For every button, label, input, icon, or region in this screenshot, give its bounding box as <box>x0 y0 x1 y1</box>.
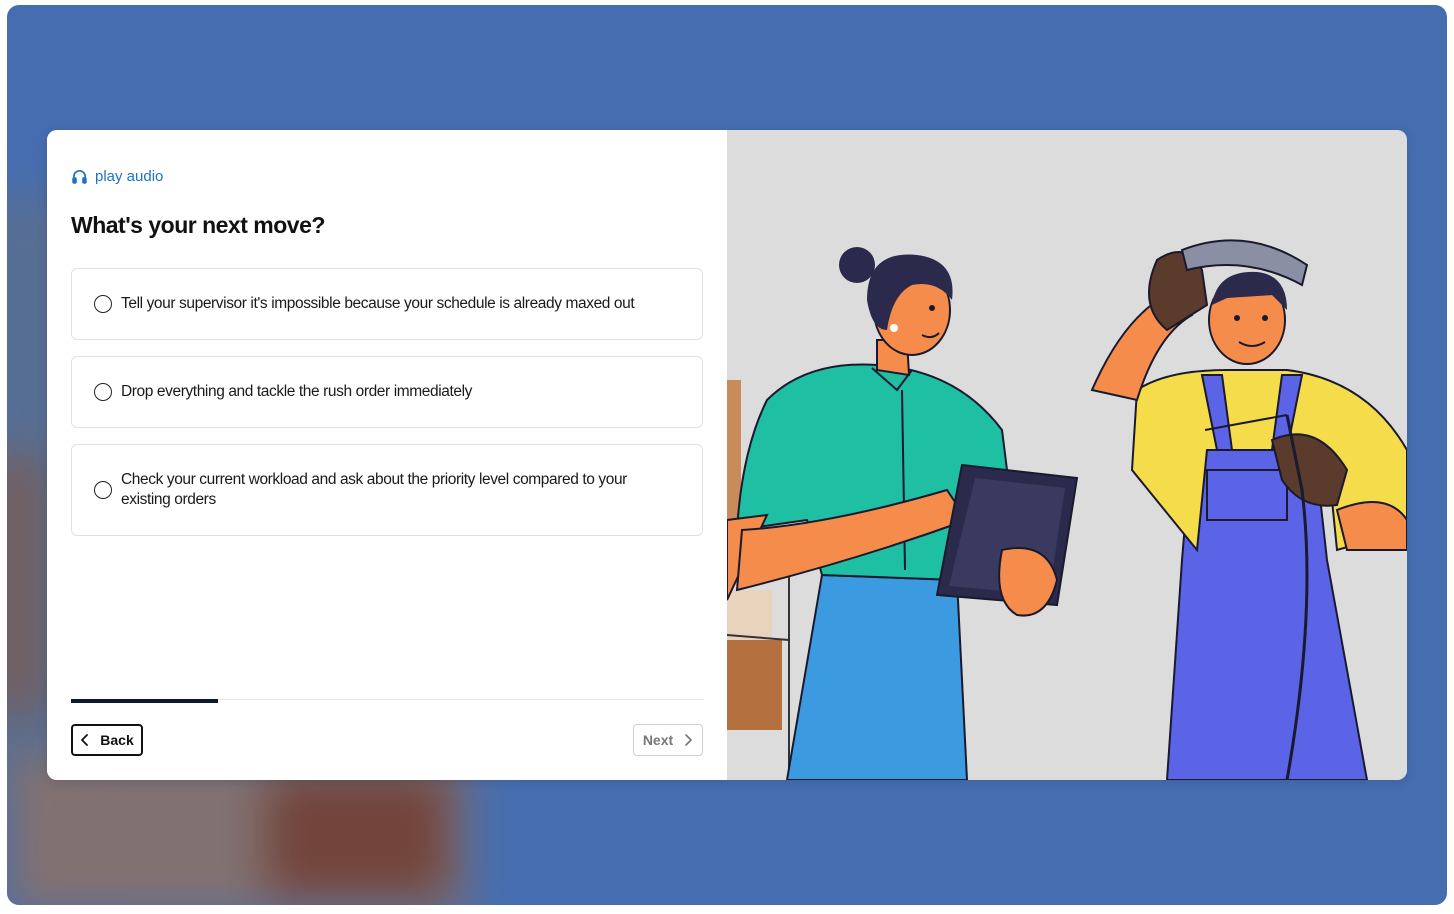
progress-bar <box>71 699 218 703</box>
answer-options: Tell your supervisor it's impossible bec… <box>71 268 703 552</box>
back-button[interactable]: Back <box>71 724 143 756</box>
workers-illustration <box>727 239 1407 780</box>
next-button-label: Next <box>642 732 674 748</box>
answer-option-label: Tell your supervisor it's impossible bec… <box>121 295 635 312</box>
radio-button[interactable] <box>94 295 112 313</box>
chevron-right-icon <box>685 734 692 746</box>
back-button-label: Back <box>100 732 134 748</box>
chevron-left-icon <box>81 734 89 746</box>
answer-option-label: Check your current workload and ask abou… <box>121 471 627 508</box>
question-panel: play audio What's your next move? Tell y… <box>47 130 727 780</box>
answer-option-1[interactable]: Tell your supervisor it's impossible bec… <box>71 268 703 340</box>
next-button[interactable]: Next <box>633 724 703 756</box>
shelf-box <box>727 640 782 730</box>
question-title: What's your next move? <box>71 212 325 238</box>
play-audio-button[interactable]: play audio <box>71 168 163 185</box>
answer-option-3[interactable]: Check your current workload and ask abou… <box>71 444 703 536</box>
radio-button[interactable] <box>94 383 112 401</box>
radio-button[interactable] <box>94 481 112 499</box>
app-window: play audio What's your next move? Tell y… <box>7 5 1447 905</box>
welder-figure <box>1090 239 1407 780</box>
play-audio-label: play audio <box>95 168 164 185</box>
headphones-icon <box>72 170 87 184</box>
answer-option-2[interactable]: Drop everything and tackle the rush orde… <box>71 356 703 428</box>
scenario-illustration <box>727 130 1407 780</box>
answer-option-label: Drop everything and tackle the rush orde… <box>121 383 472 400</box>
scenario-card: play audio What's your next move? Tell y… <box>47 130 1407 780</box>
